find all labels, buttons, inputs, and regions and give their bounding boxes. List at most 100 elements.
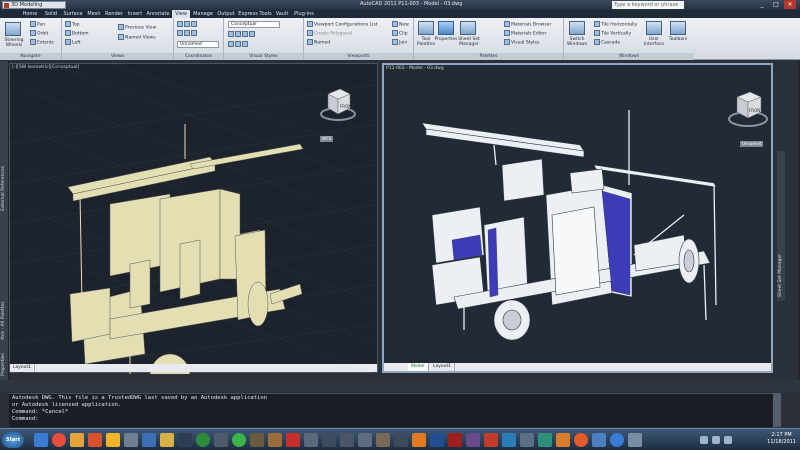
blender-icon[interactable]: [574, 433, 588, 447]
pan-button[interactable]: Pan: [30, 21, 45, 29]
viewport-config-button[interactable]: Viewport Configurations List: [307, 21, 378, 29]
properties-label[interactable]: Properties: [1, 353, 6, 376]
app-icon[interactable]: [124, 433, 138, 447]
app-icon[interactable]: [214, 433, 228, 447]
viewport-left[interactable]: [-][SW Isometric][Conceptual] FRONT WCS …: [9, 63, 379, 374]
tile-horizontally-button[interactable]: Tile Horizontally: [594, 21, 637, 29]
create-polygonal-button[interactable]: Create Polygonal: [307, 30, 352, 38]
volume-icon[interactable]: [712, 436, 720, 444]
visual-style-dropdown[interactable]: Conceptual: [228, 21, 280, 28]
ucs-button[interactable]: [177, 21, 198, 29]
wcs-menu-right[interactable]: Unnamed: [740, 141, 764, 147]
tab-mesh[interactable]: Mesh: [86, 10, 102, 18]
acrobat-icon[interactable]: [448, 433, 462, 447]
tray-icon[interactable]: [724, 436, 732, 444]
tab-manage[interactable]: Manage: [192, 10, 214, 18]
ucs-dropdown[interactable]: Unnamed: [177, 41, 219, 48]
network-icon[interactable]: [700, 436, 708, 444]
tab-express-tools[interactable]: Express Tools: [238, 10, 272, 18]
chrome-icon[interactable]: [52, 433, 66, 447]
tab-output[interactable]: Output: [216, 10, 236, 18]
app-icon[interactable]: [268, 433, 282, 447]
steering-wheels-icon[interactable]: [5, 22, 21, 36]
new-viewport-button[interactable]: New: [392, 21, 409, 29]
properties-icon[interactable]: [438, 21, 454, 35]
close-button[interactable]: ✕: [784, 0, 796, 9]
command-prompt[interactable]: Command:: [12, 416, 770, 423]
view-bottom-button[interactable]: Bottom: [65, 30, 89, 38]
tab-insert[interactable]: Insert: [126, 10, 144, 18]
palette-strip-left[interactable]: External References Tool Palettes - All …: [0, 61, 9, 381]
illustrator-icon[interactable]: [412, 433, 426, 447]
system-clock[interactable]: 2:17 PM 11/18/2011: [767, 432, 796, 446]
switch-windows-button[interactable]: Switch Windows: [564, 37, 590, 47]
app-icon[interactable]: [304, 433, 318, 447]
command-line[interactable]: Autodesk DWG. This file is a TrustedDWG …: [9, 393, 773, 427]
tab-solid[interactable]: Solid: [42, 10, 60, 18]
app-icon[interactable]: [250, 433, 264, 447]
user-interface-button[interactable]: User Interface: [642, 37, 666, 47]
tab-layout1[interactable]: Layout1: [430, 363, 456, 371]
search-input[interactable]: Type a keyword or phrase: [612, 1, 684, 9]
user-interface-icon[interactable]: [646, 21, 662, 35]
tab-plug-ins[interactable]: Plug-ins: [292, 10, 316, 18]
app-icon[interactable]: [340, 433, 354, 447]
tab-layout1[interactable]: Layout1: [10, 364, 36, 372]
outlook-icon[interactable]: [88, 433, 102, 447]
app-icon[interactable]: [556, 433, 570, 447]
visual-styles-button[interactable]: Visual Styles: [504, 39, 540, 47]
clip-viewport-button[interactable]: Clip: [392, 30, 408, 38]
extents-button[interactable]: Extents: [30, 39, 54, 47]
named-viewports-button[interactable]: Named: [307, 39, 330, 47]
named-views-button[interactable]: Named Views: [118, 34, 156, 42]
command-scrollbar[interactable]: [773, 393, 781, 427]
toolbars-button[interactable]: Toolbars: [666, 37, 690, 42]
tab-render[interactable]: Render: [104, 10, 124, 18]
tab-home[interactable]: Home: [20, 10, 40, 18]
orbit-button[interactable]: Orbit: [30, 30, 48, 38]
cascade-button[interactable]: Cascade: [594, 39, 620, 47]
sheet-set-manager-icon[interactable]: [460, 21, 476, 35]
view-left-button[interactable]: Left: [65, 39, 80, 47]
workspace-switcher[interactable]: 3D Modeling: [2, 1, 66, 9]
navigation-cube[interactable]: FRONT: [318, 84, 358, 124]
sheet-set-manager-button[interactable]: Sheet Set Manager: [456, 37, 482, 47]
previous-view-button[interactable]: Previous View: [118, 24, 156, 32]
tab-surface[interactable]: Surface: [62, 10, 84, 18]
properties-strip[interactable]: Properties: [0, 340, 9, 380]
app-icon[interactable]: [178, 433, 192, 447]
folder-icon[interactable]: [106, 433, 120, 447]
sheet-set-manager-strip[interactable]: Sheet Set Manager: [777, 151, 785, 301]
app-icon[interactable]: [592, 433, 606, 447]
explorer-icon[interactable]: [70, 433, 84, 447]
app-icon[interactable]: [520, 433, 534, 447]
tab-vault[interactable]: Vault: [274, 10, 290, 18]
app-icon[interactable]: [484, 433, 498, 447]
external-references-label[interactable]: External References: [1, 166, 6, 211]
tab-annotate[interactable]: Annotate: [146, 10, 170, 18]
visual-style-tools[interactable]: [228, 31, 256, 39]
minimize-button[interactable]: _: [756, 0, 768, 9]
app-icon[interactable]: [610, 433, 624, 447]
wcs-menu[interactable]: WCS: [320, 136, 334, 142]
sheet-set-manager-label[interactable]: Sheet Set Manager: [778, 254, 783, 297]
app-icon[interactable]: [394, 433, 408, 447]
switch-windows-icon[interactable]: [569, 21, 585, 35]
tab-view[interactable]: View: [172, 10, 190, 18]
app-icon[interactable]: [376, 433, 390, 447]
app-icon[interactable]: [322, 433, 336, 447]
properties-button[interactable]: Properties: [434, 37, 458, 42]
materials-editor-button[interactable]: Materials Editor: [504, 30, 546, 38]
app-icon[interactable]: [358, 433, 372, 447]
tool-palettes-icon[interactable]: [418, 21, 434, 35]
app-icon[interactable]: [538, 433, 552, 447]
join-viewport-button[interactable]: Join: [392, 39, 407, 47]
view-top-button[interactable]: Top: [65, 21, 80, 29]
viewport-right[interactable]: P11-003 - Model - 03.dwg FRONT Unnamed M…: [382, 63, 773, 373]
app-icon[interactable]: [502, 433, 516, 447]
autocad-taskbar-icon[interactable]: [286, 433, 300, 447]
ucs-tools[interactable]: [177, 30, 198, 38]
powerpoint-icon[interactable]: [142, 433, 156, 447]
app-icon[interactable]: [160, 433, 174, 447]
photoshop-icon[interactable]: [430, 433, 444, 447]
